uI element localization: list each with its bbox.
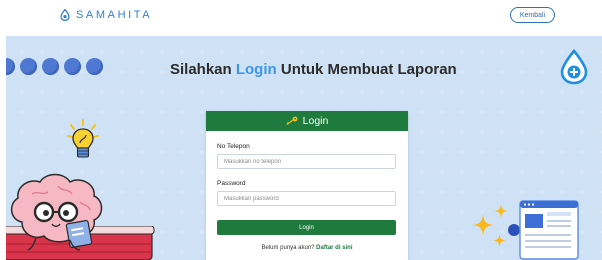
decor-circle — [64, 58, 81, 75]
page-title: Silahkan Login Untuk Membuat Laporan — [170, 61, 457, 78]
login-card-header: Login — [206, 111, 408, 131]
sparkle-icon — [472, 214, 494, 236]
title-prefix: Silahkan — [170, 61, 236, 78]
password-input[interactable] — [217, 191, 396, 206]
login-card-title: Login — [302, 115, 329, 127]
login-card: Login No Telepon Password Login Belum pu… — [206, 111, 408, 260]
drop-plus-icon — [560, 49, 588, 85]
signup-link[interactable]: Daftar di sini — [316, 245, 352, 251]
brand-logo[interactable]: SAMAHITA — [60, 9, 152, 21]
phone-label: No Telepon — [217, 143, 250, 150]
lightbulb-icon — [67, 119, 99, 158]
login-button[interactable]: Login — [217, 220, 396, 235]
password-label: Password — [217, 180, 246, 187]
water-drop-icon — [60, 9, 70, 21]
decor-circle — [42, 58, 59, 75]
signup-text: Belum punya akun? — [261, 245, 317, 251]
top-header: SAMAHITA Kembali — [0, 0, 602, 34]
phone-input[interactable] — [217, 154, 396, 169]
title-highlight: Login — [235, 61, 277, 78]
decor-circle — [6, 58, 15, 75]
sparkle-icon — [494, 204, 508, 218]
decor-circle — [86, 58, 103, 75]
brand-name: SAMAHITA — [76, 9, 153, 21]
sparkle-icon — [493, 234, 506, 247]
hero-section: Silahkan Login Untuk Membuat Laporan Log… — [6, 36, 602, 260]
decor-circle — [20, 58, 37, 75]
decorative-circles — [6, 58, 103, 75]
title-suffix: Untuk Membuat Laporan — [276, 61, 457, 78]
signup-prompt: Belum punya akun? Daftar di sini — [206, 245, 408, 251]
key-icon — [286, 116, 298, 125]
brain-character-illustration — [10, 173, 103, 251]
document-window-illustration — [519, 200, 579, 260]
back-button[interactable]: Kembali — [510, 7, 555, 23]
